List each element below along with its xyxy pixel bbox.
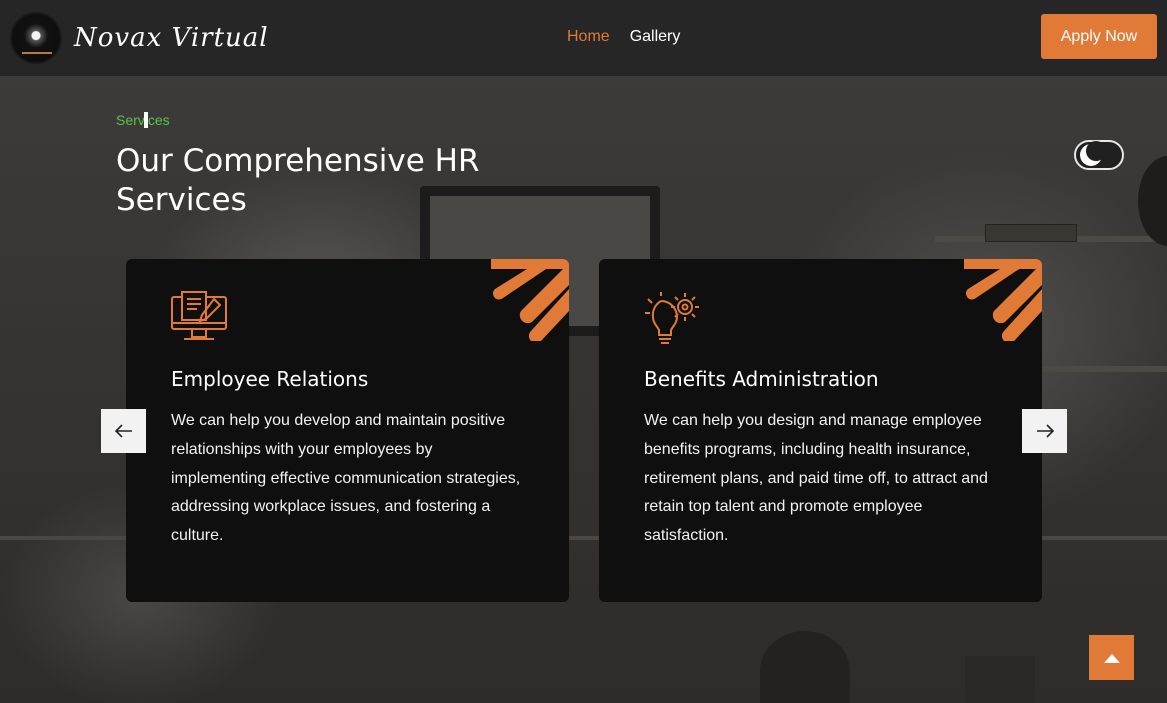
decorative-drips-icon <box>964 259 1042 341</box>
section-title: Our Comprehensive HR Services <box>116 143 480 218</box>
computer-document-icon <box>171 291 227 340</box>
carousel-prev-button[interactable] <box>101 409 146 453</box>
service-card: Employee Relations We can help you devel… <box>126 259 569 602</box>
text-cursor <box>144 112 148 128</box>
logo-text[interactable]: Novax Virtual <box>74 16 269 60</box>
back-to-top-button[interactable] <box>1089 635 1134 680</box>
apply-now-button[interactable]: Apply Now <box>1041 14 1157 59</box>
bg-plant <box>760 631 850 703</box>
bg-books <box>985 224 1077 242</box>
bg-vase <box>1138 156 1167 246</box>
lightbulb-gear-icon <box>645 292 699 344</box>
nav-home[interactable]: Home <box>567 27 610 47</box>
site-header: Novax Virtual Home Gallery Apply Now <box>0 0 1167 76</box>
main-nav: Home Gallery <box>567 27 680 47</box>
nav-gallery[interactable]: Gallery <box>630 27 681 47</box>
dark-mode-toggle[interactable] <box>1074 140 1124 170</box>
card-title: Employee Relations <box>171 367 369 391</box>
section-eyebrow: Services <box>116 112 170 128</box>
card-title: Benefits Administration <box>644 367 879 391</box>
card-text: We can help you develop and maintain pos… <box>171 412 521 545</box>
card-text: We can help you design and manage employ… <box>644 412 988 545</box>
arrow-right-icon <box>1036 424 1054 438</box>
moon-icon <box>1080 141 1106 166</box>
logo-emblem-icon[interactable] <box>10 12 62 64</box>
decorative-drips-icon <box>491 259 569 341</box>
caret-up-icon <box>1103 653 1120 663</box>
service-card: Benefits Administration We can help you … <box>599 259 1042 602</box>
carousel-next-button[interactable] <box>1022 409 1067 453</box>
bg-pot <box>965 656 1035 703</box>
arrow-left-icon <box>114 424 132 438</box>
